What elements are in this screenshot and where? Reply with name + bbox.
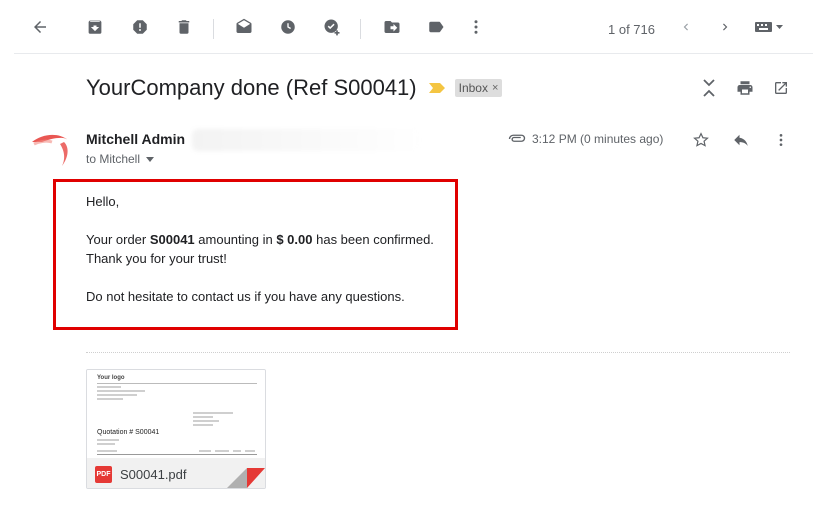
remove-label-icon[interactable]: × <box>492 82 498 94</box>
delete-icon[interactable] <box>174 17 194 37</box>
show-details-icon[interactable] <box>146 156 155 162</box>
message-more-icon[interactable] <box>771 130 791 150</box>
toolbar-divider <box>360 19 361 39</box>
older-icon[interactable] <box>715 17 735 37</box>
sender-email-redacted <box>192 129 422 151</box>
snooze-icon[interactable] <box>278 17 298 37</box>
message-time: 3:12 PM (0 minutes ago) <box>532 132 664 146</box>
input-tools-icon[interactable] <box>752 17 786 37</box>
attachment-preview: Your logo Quotation # S00041 <box>87 370 265 458</box>
important-marker-icon[interactable] <box>428 83 445 93</box>
move-to-icon[interactable] <box>382 17 402 37</box>
body-order-line: Your order S00041 amounting in $ 0.00 ha… <box>86 232 434 247</box>
attachment-icon <box>508 134 526 142</box>
labels-icon[interactable] <box>426 17 446 37</box>
attachments-divider <box>86 352 790 353</box>
body-contact: Do not hesitate to contact us if you hav… <box>86 289 405 304</box>
add-to-tasks-icon[interactable] <box>322 17 342 37</box>
page-fold-icon <box>227 468 265 488</box>
attachment-card[interactable]: Your logo Quotation # S00041 PDF S00041.… <box>86 369 266 489</box>
inbox-label-chip: Inbox × <box>454 79 503 97</box>
recipient-line[interactable]: to Mitchell <box>86 152 155 166</box>
pager-count: 1 of 716 <box>608 22 655 37</box>
sender-avatar[interactable] <box>28 130 72 170</box>
report-spam-icon[interactable] <box>130 17 150 37</box>
expand-all-icon[interactable] <box>699 78 719 98</box>
email-body: Hello, Your order S00041 amounting in $ … <box>86 192 434 306</box>
reply-icon[interactable] <box>731 130 751 150</box>
subject-row: YourCompany done (Ref S00041) Inbox × <box>86 72 503 104</box>
pdf-icon: PDF <box>95 465 112 483</box>
email-subject: YourCompany done (Ref S00041) <box>86 75 417 100</box>
inbox-label-text: Inbox <box>458 81 488 95</box>
archive-icon[interactable] <box>85 17 105 37</box>
attachment-filename: S00041.pdf <box>120 466 187 482</box>
body-greeting: Hello, <box>86 194 120 209</box>
newer-icon[interactable] <box>676 17 696 37</box>
body-thanks: Thank you for your trust! <box>86 251 227 266</box>
more-icon[interactable] <box>466 17 486 37</box>
toolbar-divider <box>213 19 214 39</box>
recipient-text: to Mitchell <box>86 152 141 166</box>
message-meta: 3:12 PM (0 minutes ago) <box>508 132 663 146</box>
back-icon[interactable] <box>30 17 50 37</box>
mark-unread-icon[interactable] <box>234 17 254 37</box>
preview-logo-text: Your logo <box>97 375 125 381</box>
order-reference: S00041 <box>149 232 195 247</box>
print-icon[interactable] <box>735 78 755 98</box>
order-amount: $ 0.00 <box>276 232 313 247</box>
sender-name[interactable]: Mitchell Admin <box>86 131 185 147</box>
toolbar: 1 of 716 <box>14 0 813 54</box>
star-icon[interactable] <box>691 130 711 150</box>
open-new-window-icon[interactable] <box>771 78 791 98</box>
preview-heading: Quotation # S00041 <box>97 429 160 436</box>
